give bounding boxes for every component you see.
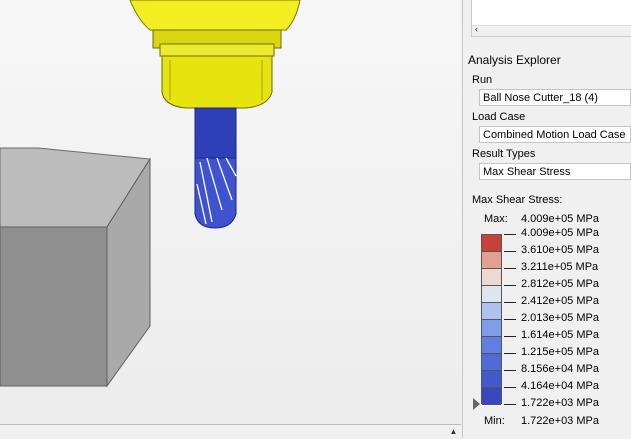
tool-shank [194,107,237,159]
analysis-explorer-panel: ‹ Analysis Explorer Run Ball Nose Cutter… [462,0,631,438]
scroll-up-arrow-icon[interactable]: ▲ [448,426,459,437]
scroll-left-arrow-icon[interactable]: ‹ [475,24,478,34]
legend-min-value: 1.722e+03 MPa [521,415,599,427]
legend-tick-label: 3.211e+05 MPa [521,261,599,273]
legend-tick-label: 1.722e+03 MPa [521,397,599,409]
load-case-select[interactable]: Combined Motion Load Case [479,126,631,143]
legend-color-cell [482,235,501,252]
legend-color-cell [482,371,501,388]
3d-viewport[interactable] [0,0,461,424]
legend-tick-label: 8.156e+04 MPa [521,363,599,375]
legend-tick-mark [504,370,516,371]
legend-tick-label: 2.412e+05 MPa [521,295,599,307]
stock-block-front [0,226,108,387]
legend-color-cell [482,337,501,354]
legend-tick-mark [504,285,516,286]
holder-ring [159,43,275,57]
run-label: Run [472,74,493,86]
legend-tick-label: 4.164e+04 MPa [521,380,599,392]
legend-tick-label: 3.610e+05 MPa [521,244,599,256]
legend-color-cell [482,252,501,269]
legend-title: Max Shear Stress: [472,194,563,206]
legend-tick-mark [504,336,516,337]
model-scene[interactable] [0,0,461,424]
color-legend-bar [481,234,502,405]
legend-tick-label: 4.009e+05 MPa [521,227,599,239]
load-case-label: Load Case [472,111,526,123]
legend-tick-mark [504,353,516,354]
legend-tick-mark [504,302,516,303]
legend-tick-mark [504,268,516,269]
result-types-label: Result Types [472,148,536,160]
panel-title: Analysis Explorer [468,53,561,67]
result-types-select[interactable]: Max Shear Stress [479,163,631,180]
legend-min-label: Min: [484,415,505,427]
model-tree[interactable]: ‹ [471,0,631,37]
legend-tick-mark [504,234,516,235]
legend-tick-mark [504,404,516,405]
legend-color-cell [482,286,501,303]
legend-marker-icon[interactable] [473,398,480,410]
run-select[interactable]: Ball Nose Cutter_18 (4) [479,89,631,106]
legend-tick-label: 1.215e+05 MPa [521,346,599,358]
legend-tick-mark [504,251,516,252]
legend-tick-mark [504,387,516,388]
legend-color-cell [482,269,501,286]
legend-color-cell [482,388,501,405]
legend-color-cell [482,354,501,371]
legend-tick-label: 1.614e+05 MPa [521,329,599,341]
tree-scrollbar[interactable]: ‹ [472,24,631,36]
legend-max-label: Max: [484,213,508,225]
legend-color-cell [482,303,501,320]
viewport-scrollbar[interactable]: ▲ [0,424,461,439]
legend-color-cell [482,320,501,337]
legend-tick-mark [504,319,516,320]
legend-tick-label: 2.812e+05 MPa [521,278,599,290]
holder-nut [161,55,273,109]
legend-tick-label: 2.013e+05 MPa [521,312,599,324]
holder-cone [129,0,301,31]
legend-max-value: 4.009e+05 MPa [521,213,599,225]
